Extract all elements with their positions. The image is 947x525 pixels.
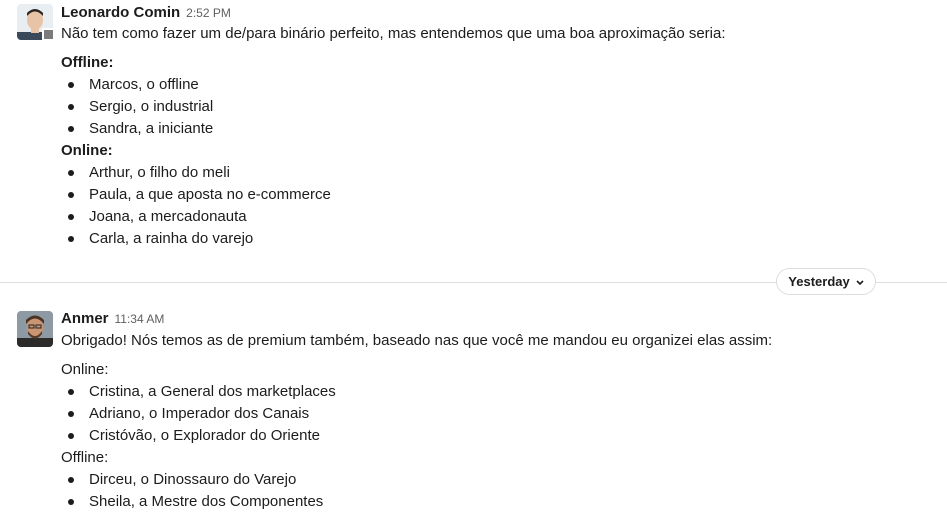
group-title: Online: [61, 361, 109, 378]
bullet-icon [68, 389, 74, 395]
bullet-icon [68, 411, 74, 417]
bullet-icon [68, 192, 74, 198]
list-item-text: Adriano, o Imperador dos Canais [89, 405, 310, 422]
message-header: Leonardo Comin 2:52 PM [61, 4, 231, 22]
list-item-text: Cristóvão, o Explorador do Oriente [89, 427, 320, 444]
bullet-icon [68, 82, 74, 88]
avatar[interactable] [17, 311, 53, 347]
bullet-icon [68, 477, 74, 483]
timestamp[interactable]: 2:52 PM [186, 6, 231, 20]
list-item-text: Joana, a mercadonauta [89, 208, 247, 225]
list-item-text: Cristina, a General dos marketplaces [89, 383, 336, 400]
bullet-icon [68, 170, 74, 176]
group-title: Offline: [61, 54, 114, 71]
bullet-icon [68, 499, 74, 505]
chevron-down-icon [856, 274, 864, 289]
list-item-text: Carla, a rainha do varejo [89, 230, 254, 247]
bullet-icon [68, 433, 74, 439]
group-title: Online: [61, 142, 113, 159]
bullet-icon [68, 126, 74, 132]
bullet-icon [68, 104, 74, 110]
timestamp[interactable]: 11:34 AM [115, 312, 165, 326]
date-divider-label: Yesterday [788, 274, 850, 289]
date-divider-button[interactable]: Yesterday [776, 268, 876, 295]
sender-name[interactable]: Anmer [61, 310, 109, 327]
message-text: Não tem como fazer um de/para binário pe… [61, 25, 726, 42]
bullet-icon [68, 236, 74, 242]
message-text: Obrigado! Nós temos as de premium também… [61, 332, 773, 349]
list-item-text: Arthur, o filho do meli [89, 164, 230, 181]
list-item-text: Sheila, a Mestre dos Componentes [89, 493, 324, 510]
list-item-text: Sandra, a iniciante [89, 120, 214, 137]
group-title: Offline: [61, 449, 109, 466]
list-item-text: Sergio, o industrial [89, 98, 214, 115]
sender-name[interactable]: Leonardo Comin [61, 4, 180, 21]
presence-away-icon [42, 28, 55, 41]
list-item-text: Marcos, o offline [89, 76, 199, 93]
list-item-text: Paula, a que aposta no e-commerce [89, 186, 331, 203]
bullet-icon [68, 214, 74, 220]
list-item-text: Dirceu, o Dinossauro do Varejo [89, 471, 297, 488]
message-header: Anmer 11:34 AM [61, 310, 164, 328]
